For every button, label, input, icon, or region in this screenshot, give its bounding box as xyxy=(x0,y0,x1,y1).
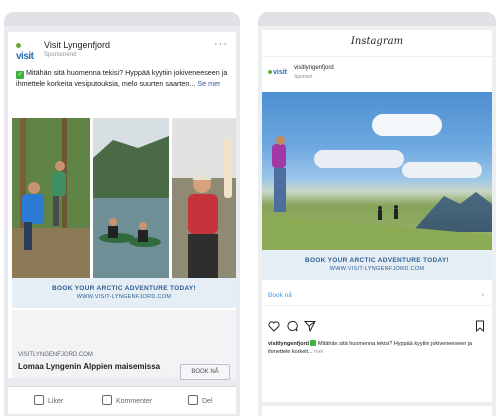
post-body: Mitähän sitä huomenna tekisi? Hyppää kyy… xyxy=(16,68,228,88)
carousel-image-kayaking[interactable] xyxy=(93,118,169,278)
check-emoji-icon: ✓ xyxy=(16,71,24,79)
link-domain: VISITLYNGENFJORD.COM xyxy=(18,352,93,358)
facebook-post-header: visit Visit Lyngenfjord Sponsoreret ··· xyxy=(8,32,236,62)
distant-hikers xyxy=(378,205,398,220)
instagram-ad-card: Instagram visit visitlyngenfjord Sponset xyxy=(262,30,492,402)
cloud xyxy=(372,114,442,136)
logo-dot-icon xyxy=(16,43,21,48)
book-now-label: Book nå xyxy=(268,292,292,299)
heart-icon[interactable] xyxy=(268,320,280,332)
share-icon xyxy=(188,395,198,405)
post-caption: visitlyngenfjord Mitähän sitä huomenna t… xyxy=(268,340,486,356)
sponsored-label: Sponsoreret xyxy=(44,52,77,58)
instagram-wordmark: Instagram xyxy=(350,36,404,47)
comment-icon[interactable] xyxy=(286,320,298,332)
check-emoji-icon xyxy=(310,340,317,346)
ad-banner: BOOK YOUR ARCTIC ADVENTURE TODAY! WWW.VI… xyxy=(12,278,236,308)
mountain xyxy=(412,192,492,232)
carousel-image-hiker[interactable] xyxy=(172,118,236,278)
instagram-phone-frame: Instagram visit visitlyngenfjord Sponset xyxy=(258,12,496,416)
post-actions-bar: Liker Kommenter Del xyxy=(8,386,236,414)
post-image-hiking[interactable] xyxy=(262,92,492,250)
comment-label: Kommenter xyxy=(116,398,153,405)
like-icon xyxy=(34,395,44,405)
ad-banner: BOOK YOUR ARCTIC ADVENTURE TODAY! WWW.VI… xyxy=(262,250,492,280)
caption-username[interactable]: visitlyngenfjord xyxy=(268,341,309,347)
share-label: Del xyxy=(202,398,213,405)
book-now-button[interactable]: BOOK NÅ xyxy=(180,364,230,380)
see-more-link[interactable]: Se mer xyxy=(197,79,220,88)
banner-headline: BOOK YOUR ARCTIC ADVENTURE TODAY! xyxy=(304,257,449,264)
like-label: Liker xyxy=(48,398,64,405)
profile-avatar[interactable]: visit xyxy=(268,69,287,76)
page-name[interactable]: Visit Lyngenfjord xyxy=(44,40,110,50)
phone-status-bar xyxy=(4,12,240,26)
facebook-ad-card: visit Visit Lyngenfjord Sponsoreret ··· … xyxy=(8,32,236,380)
comment-icon xyxy=(102,395,112,405)
hiker-head xyxy=(276,136,285,145)
comment-button[interactable]: Kommenter xyxy=(102,395,152,405)
link-headline: Lomaa Lyngenin Alppien maisemissa xyxy=(18,362,161,371)
post-text: ✓ Mitähän sitä huomenna tekisi? Hyppää k… xyxy=(16,68,230,89)
link-preview[interactable]: VISITLYNGENFJORD.COM Lomaa Lyngenin Alpp… xyxy=(12,310,236,380)
book-now-bar[interactable]: Book nå › xyxy=(262,286,492,306)
phone-status-bar xyxy=(258,12,496,26)
caption-more-link[interactable]: mer xyxy=(314,349,323,355)
banner-headline: BOOK YOUR ARCTIC ADVENTURE TODAY! xyxy=(51,285,196,292)
ad-preview-stage: visit Visit Lyngenfjord Sponsoreret ··· … xyxy=(0,0,500,416)
banner-url: WWW.VISIT-LYNGENFJORD.COM xyxy=(76,294,172,300)
post-action-icons xyxy=(268,320,486,334)
carousel-image-climbing[interactable] xyxy=(12,118,90,278)
image-carousel[interactable]: BOOK YOUR ARCTIC ADVENTURE TODAY! WWW.VI… xyxy=(8,118,236,310)
facebook-phone-frame: visit Visit Lyngenfjord Sponsoreret ··· … xyxy=(4,12,240,416)
instagram-post-header: visit visitlyngenfjord Sponset xyxy=(262,56,492,90)
hiker-legs xyxy=(274,168,286,212)
chevron-right-icon: › xyxy=(481,290,484,299)
banner-url: WWW.VISIT-LYNGENFJORD.COM xyxy=(329,266,425,272)
cloud xyxy=(402,162,482,178)
more-options-icon[interactable]: ··· xyxy=(214,38,228,50)
page-logo[interactable]: visit xyxy=(16,40,38,62)
bookmark-icon[interactable] xyxy=(474,320,486,332)
username[interactable]: visitlyngenfjord xyxy=(294,65,334,71)
logo-text: visit xyxy=(273,69,288,76)
share-button[interactable]: Del xyxy=(188,395,213,405)
cloud xyxy=(314,150,404,168)
sponsored-label: Sponset xyxy=(294,74,313,80)
logo-dot-icon xyxy=(268,70,272,74)
hiker-figure xyxy=(268,136,294,216)
like-button[interactable]: Liker xyxy=(34,395,63,405)
logo-text: visit xyxy=(16,51,34,62)
share-icon[interactable] xyxy=(304,320,316,332)
backpack xyxy=(272,144,286,168)
next-post-edge xyxy=(262,406,492,416)
